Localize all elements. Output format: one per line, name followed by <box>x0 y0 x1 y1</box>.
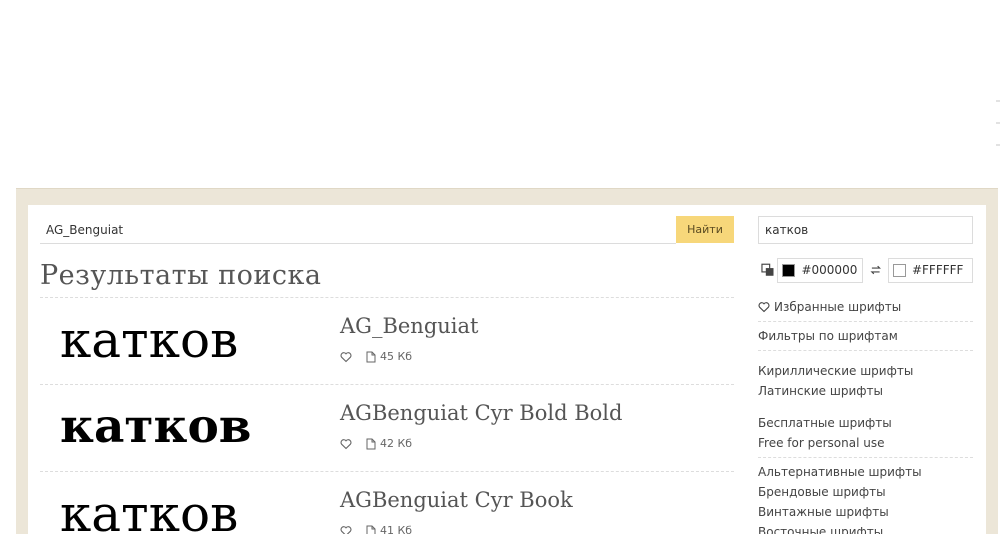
sidebar-links: Избранные шрифты Фильтры по шрифтам Кири… <box>758 297 973 534</box>
filters-link[interactable]: Фильтры по шрифтам <box>758 326 973 346</box>
font-meta: 45 Кб <box>340 350 412 363</box>
font-preview[interactable]: катков <box>60 399 320 455</box>
font-name-link[interactable]: AG_Benguiat <box>340 314 478 338</box>
sidebar: #000000 #FFFFFF Избранные шрифты Фильтры… <box>758 216 973 534</box>
free-fonts-link[interactable]: Бесплатные шрифты <box>758 413 973 433</box>
text-color-icon <box>761 263 774 277</box>
font-name-link[interactable]: AGBenguiat Cyr Bold Bold <box>340 401 622 425</box>
background-color-picker[interactable]: #FFFFFF <box>888 258 973 283</box>
content-panel: Найти Результаты поиска катков AG_Bengui… <box>28 205 986 534</box>
background-color-swatch <box>893 264 906 277</box>
latin-fonts-link[interactable]: Латинские шрифты <box>758 381 973 401</box>
font-meta: 42 Кб <box>340 437 412 450</box>
file-icon <box>366 351 376 363</box>
result-row[interactable]: катков AG_Benguiat 45 Кб <box>40 298 734 385</box>
cyrillic-fonts-link[interactable]: Кириллические шрифты <box>758 361 973 381</box>
file-size: 42 Кб <box>366 437 412 450</box>
heart-icon[interactable] <box>340 351 352 363</box>
personal-use-link[interactable]: Free for personal use <box>758 433 973 453</box>
divider <box>758 321 973 322</box>
divider <box>758 350 973 351</box>
search-bar: Найти <box>40 216 734 244</box>
eastern-fonts-link[interactable]: Восточные шрифты <box>758 522 973 534</box>
alternative-fonts-link[interactable]: Альтернативные шрифты <box>758 462 973 482</box>
page-scroll-marks <box>996 100 1000 160</box>
favorites-link[interactable]: Избранные шрифты <box>758 297 973 317</box>
font-preview[interactable]: катков <box>60 486 320 534</box>
text-color-swatch <box>782 264 795 277</box>
color-controls: #000000 #FFFFFF <box>758 257 973 283</box>
file-size-text: 42 Кб <box>380 437 412 450</box>
heart-icon[interactable] <box>340 438 352 450</box>
preview-text-input[interactable] <box>758 216 973 244</box>
result-row[interactable]: катков AGBenguiat Cyr Bold Bold 42 Кб <box>40 385 734 472</box>
divider <box>758 457 973 458</box>
file-size-text: 45 Кб <box>380 350 412 363</box>
content-frame: Найти Результаты поиска катков AG_Bengui… <box>16 188 998 534</box>
file-icon <box>366 438 376 450</box>
vintage-fonts-link[interactable]: Винтажные шрифты <box>758 502 973 522</box>
text-color-value: #000000 <box>801 263 857 277</box>
font-name-link[interactable]: AGBenguiat Cyr Book <box>340 488 573 512</box>
page-title: Результаты поиска <box>40 260 734 298</box>
search-button[interactable]: Найти <box>676 216 734 243</box>
result-row[interactable]: катков AGBenguiat Cyr Book 41 Кб <box>40 472 734 534</box>
font-preview[interactable]: катков <box>60 312 320 368</box>
background-color-value: #FFFFFF <box>912 263 963 277</box>
search-input[interactable] <box>40 216 676 244</box>
brand-fonts-link[interactable]: Брендовые шрифты <box>758 482 973 502</box>
swap-colors-icon[interactable] <box>869 263 882 277</box>
favorites-label: Избранные шрифты <box>774 297 901 317</box>
text-color-picker[interactable]: #000000 <box>777 258 862 283</box>
heart-icon <box>758 301 770 313</box>
main-column: Найти Результаты поиска катков AG_Bengui… <box>40 216 734 534</box>
file-size: 45 Кб <box>366 350 412 363</box>
